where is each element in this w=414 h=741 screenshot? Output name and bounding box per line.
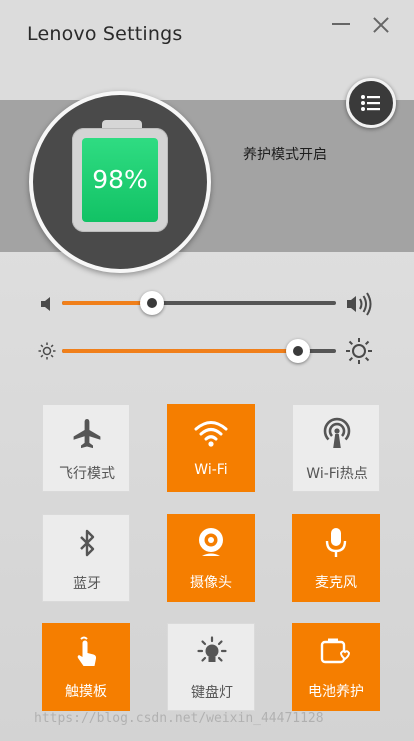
menu-list-icon — [361, 95, 380, 111]
tile-battery-care[interactable]: 电池养护 — [292, 623, 380, 711]
keyboard-light-icon — [197, 636, 227, 662]
menu-button[interactable] — [346, 78, 396, 128]
brightness-slider-thumb[interactable] — [286, 339, 310, 363]
battery-care-status: 养护模式开启 — [243, 147, 327, 163]
tile-bluetooth-label: 蓝牙 — [73, 576, 101, 592]
bluetooth-icon — [80, 529, 95, 557]
brightness-low-icon — [38, 342, 56, 360]
app-title: Lenovo Settings — [27, 23, 183, 45]
wifi-icon — [194, 421, 228, 447]
tile-touchpad[interactable]: 触摸板 — [42, 623, 130, 711]
volume-high-icon — [347, 292, 372, 316]
airplane-icon — [73, 419, 101, 449]
volume-slider[interactable] — [62, 288, 336, 318]
battery-percentage: 98% — [92, 165, 148, 194]
volume-low-icon — [41, 297, 50, 311]
tile-airplane-mode-label: 飞行模式 — [59, 466, 115, 482]
tile-wifi-hotspot-label: Wi-Fi热点 — [306, 466, 368, 482]
camera-icon — [199, 528, 223, 556]
minimize-button[interactable] — [330, 14, 352, 36]
tile-keyboard-light[interactable]: 键盘灯 — [167, 623, 255, 711]
tile-airplane-mode[interactable]: 飞行模式 — [42, 404, 130, 492]
lenovo-settings-window: Lenovo Settings 养护模式开启 98% 飞行模式 Wi-Fi Wi… — [0, 0, 414, 741]
microphone-icon — [325, 528, 347, 557]
tile-battery-care-label: 电池养护 — [308, 684, 364, 700]
tile-microphone[interactable]: 麦克风 — [292, 514, 380, 602]
volume-slider-thumb[interactable] — [140, 291, 164, 315]
tile-wifi-label: Wi-Fi — [194, 462, 228, 478]
battery-care-icon — [320, 638, 351, 664]
tile-camera-label: 摄像头 — [190, 575, 232, 591]
brightness-slider[interactable] — [62, 336, 336, 366]
hotspot-icon — [323, 417, 351, 448]
tile-camera[interactable]: 摄像头 — [167, 514, 255, 602]
watermark: https://blog.csdn.net/weixin_44471128 — [34, 711, 324, 726]
tile-keyboard-light-label: 键盘灯 — [191, 685, 233, 701]
tile-wifi-hotspot[interactable]: Wi-Fi热点 — [292, 404, 380, 492]
tile-wifi[interactable]: Wi-Fi — [167, 404, 255, 492]
close-button[interactable] — [370, 14, 392, 36]
tile-touchpad-label: 触摸板 — [65, 684, 107, 700]
tile-bluetooth[interactable]: 蓝牙 — [42, 514, 130, 602]
touchpad-icon — [77, 636, 97, 666]
tile-microphone-label: 麦克风 — [315, 575, 357, 591]
brightness-high-icon — [346, 338, 372, 364]
